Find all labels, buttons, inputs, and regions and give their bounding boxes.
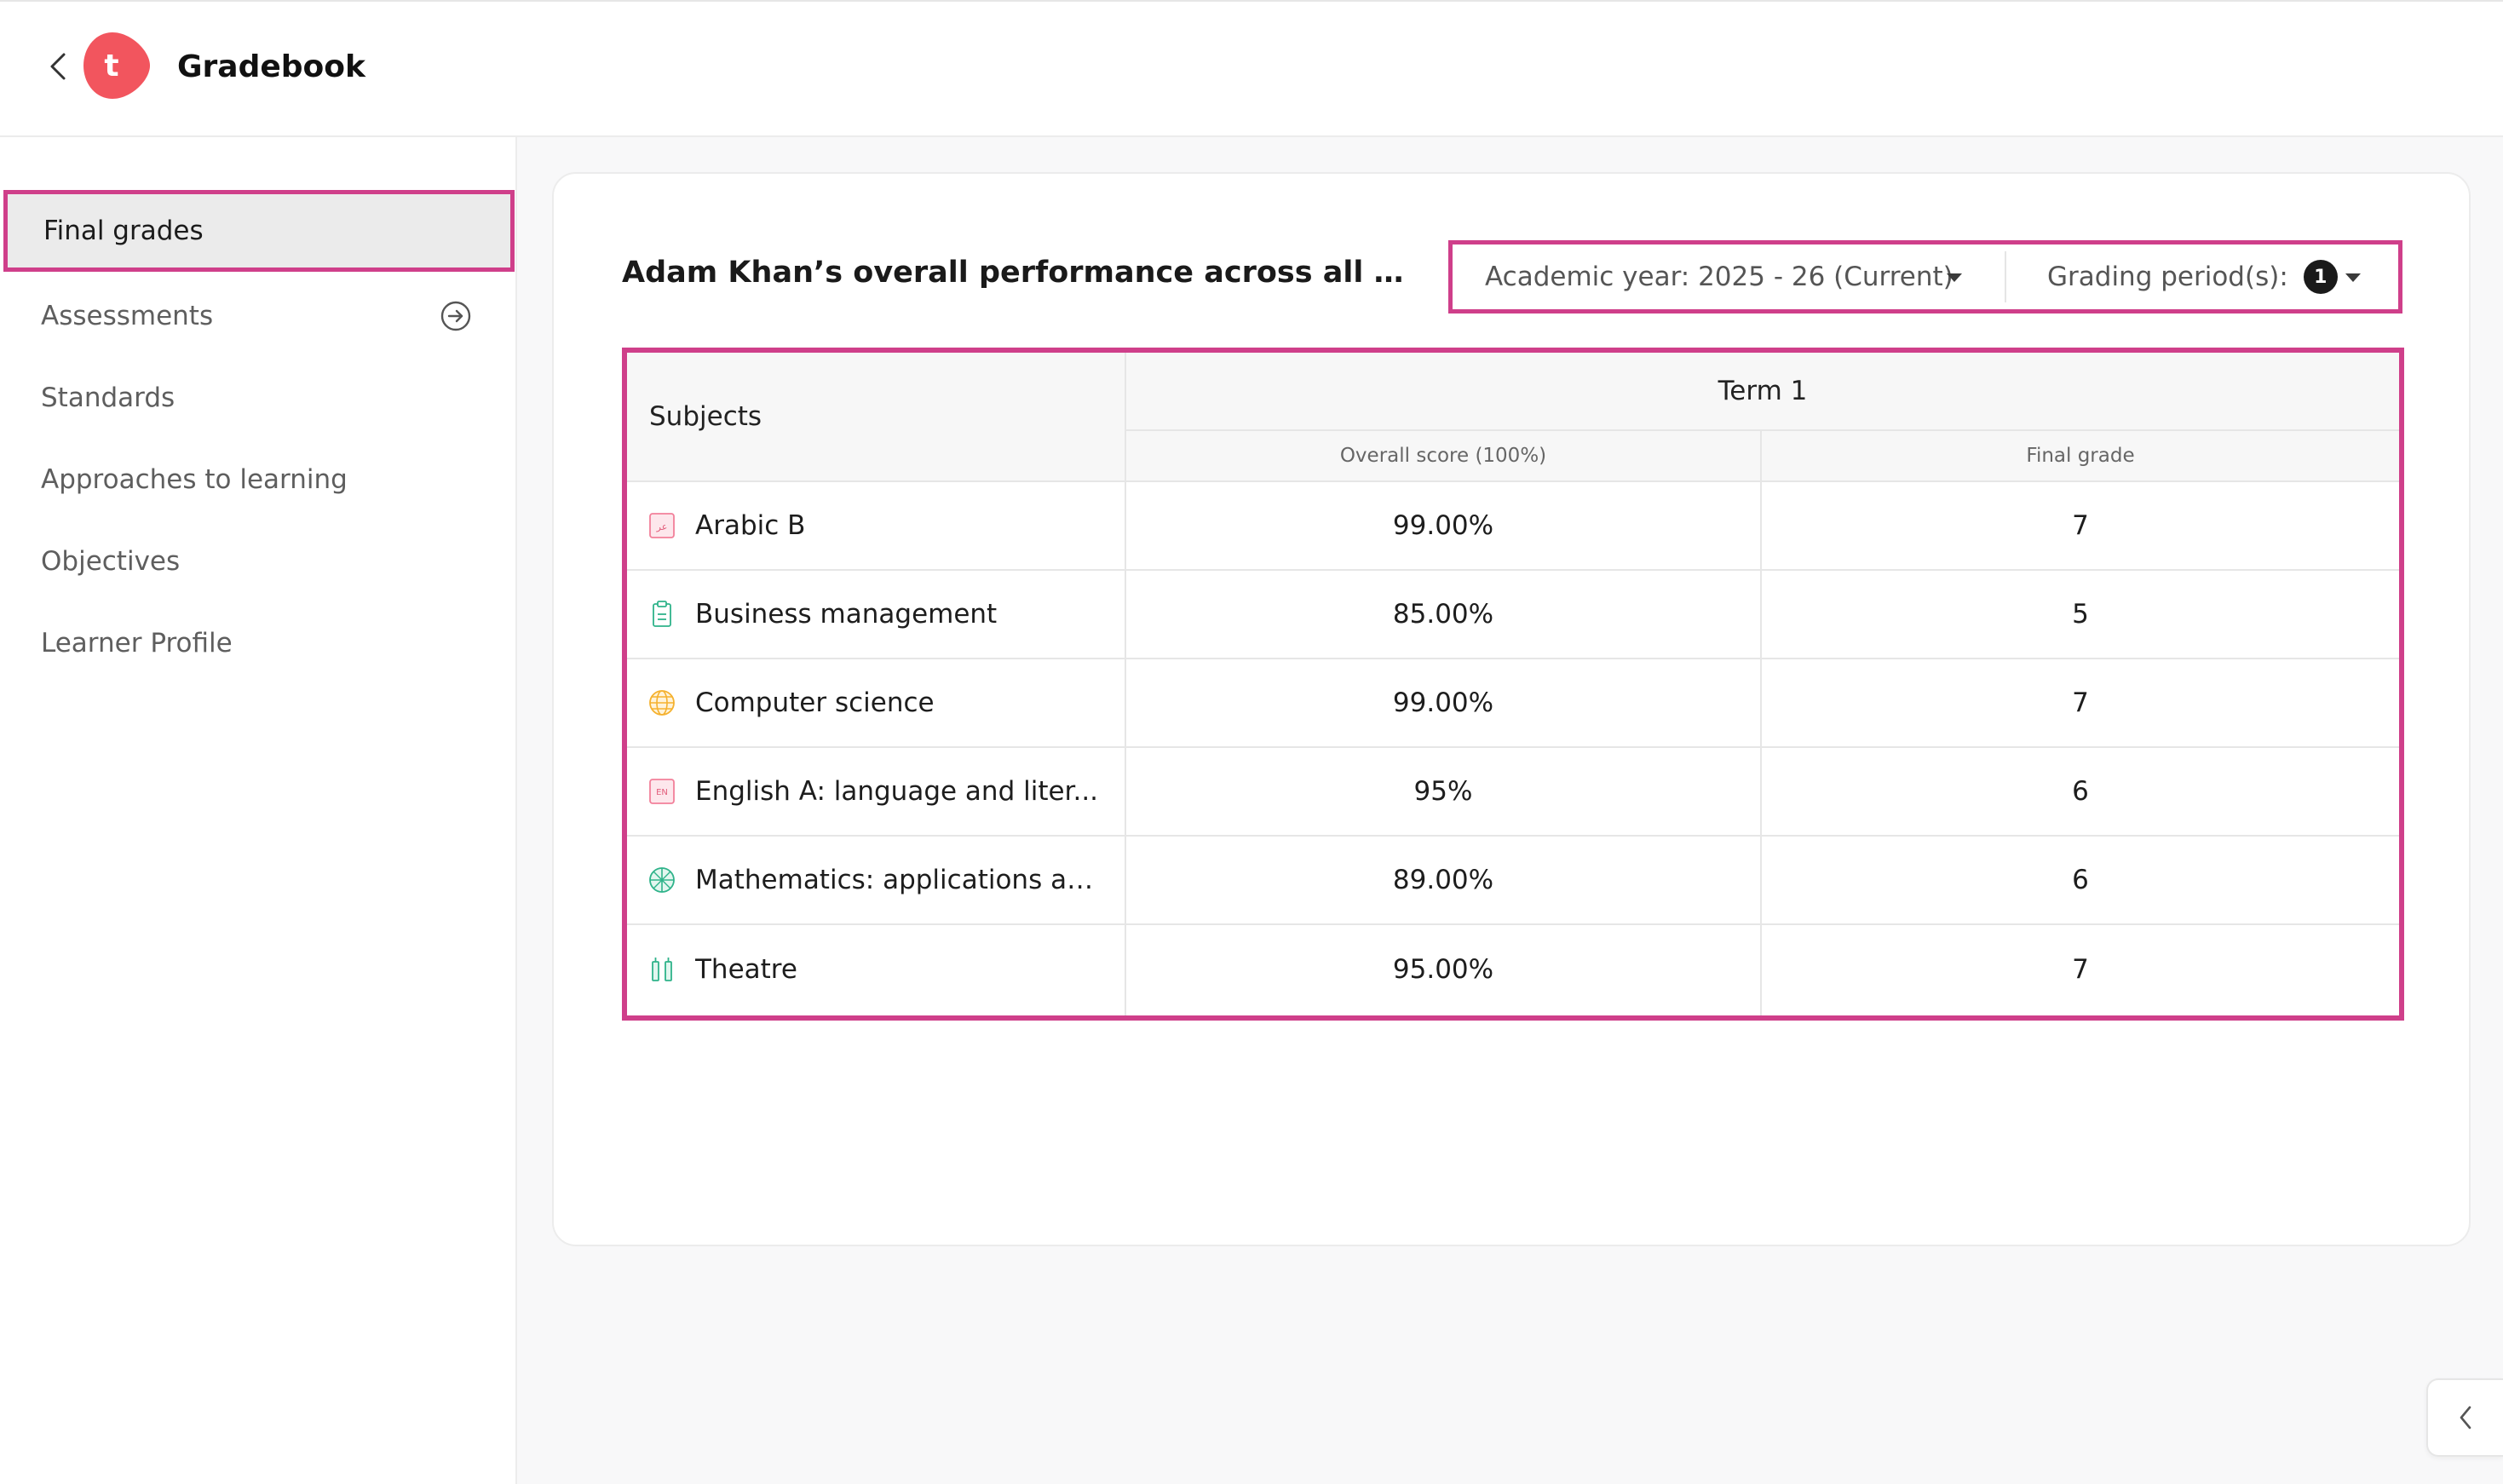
overall-score-value: 95% bbox=[1413, 776, 1473, 807]
subject-name: Theatre bbox=[695, 954, 797, 985]
subjects-column-header: Subjects bbox=[627, 353, 1125, 480]
globe-icon bbox=[649, 690, 675, 716]
sidebar: Final grades Assessments Standards Appro… bbox=[0, 137, 517, 1484]
final-grade-column-header: Final grade bbox=[1762, 431, 2399, 480]
final-grade-value: 6 bbox=[2072, 865, 2089, 895]
sidebar-item-label: Final grades bbox=[43, 216, 204, 246]
arrow-circle-right-icon bbox=[440, 301, 471, 331]
sidebar-item-approaches-to-learning[interactable]: Approaches to learning bbox=[0, 439, 516, 521]
term-column-header: Term 1 bbox=[1126, 353, 2399, 429]
table-row-subject[interactable]: Mathematics: applications an... bbox=[627, 837, 1125, 923]
app-title: Gradebook bbox=[177, 49, 365, 84]
final-grade-value: 7 bbox=[2072, 510, 2089, 541]
academic-year-caret-icon bbox=[1947, 273, 1962, 282]
table-row-subject[interactable]: Theatre bbox=[627, 925, 1125, 1014]
back-button[interactable] bbox=[41, 49, 75, 83]
final-grade-value: 7 bbox=[2072, 687, 2089, 718]
overall-score-value: 89.00% bbox=[1392, 865, 1494, 895]
clipboard-icon bbox=[653, 601, 671, 627]
language-english-icon: EN bbox=[649, 779, 675, 804]
overall-score-cell: 99.00% bbox=[1126, 482, 1760, 569]
sidebar-item-label: Assessments bbox=[41, 301, 214, 331]
app-logo-letter: t bbox=[104, 48, 119, 83]
sidebar-item-label: Approaches to learning bbox=[41, 464, 348, 495]
final-grade-header-label: Final grade bbox=[2026, 445, 2135, 467]
chevron-left-icon bbox=[2460, 1406, 2471, 1429]
collapse-panel-button[interactable] bbox=[2426, 1378, 2503, 1457]
overall-score-cell: 95.00% bbox=[1126, 925, 1760, 1014]
final-grade-value: 5 bbox=[2072, 599, 2089, 630]
subject-name: Business management bbox=[695, 599, 998, 630]
overall-score-value: 95.00% bbox=[1392, 954, 1494, 985]
final-grade-cell: 7 bbox=[1762, 925, 2399, 1014]
subject-name: Computer science bbox=[695, 687, 935, 718]
overall-score-cell: 89.00% bbox=[1126, 837, 1760, 923]
sidebar-item-label: Standards bbox=[41, 383, 175, 413]
overall-score-cell: 95% bbox=[1126, 748, 1760, 835]
page-title: Adam Khan’s overall performance across a… bbox=[622, 256, 1423, 290]
table-row-subject[interactable]: Business management bbox=[627, 571, 1125, 658]
sidebar-item-learner-profile[interactable]: Learner Profile bbox=[0, 602, 516, 684]
grades-table: Subjects Term 1 Overall score (100%) Fin… bbox=[622, 348, 2404, 1021]
theatre-icon bbox=[652, 958, 672, 981]
app-header: t Gradebook bbox=[0, 0, 2503, 137]
grading-period-count-badge: 1 bbox=[2303, 260, 2338, 294]
final-grade-cell: 6 bbox=[1762, 837, 2399, 923]
row-divider bbox=[1126, 429, 2399, 431]
academic-year-dropdown[interactable]: Academic year: 2025 - 26 (Current) bbox=[1485, 244, 1962, 309]
overall-score-cell: 99.00% bbox=[1126, 659, 1760, 746]
grading-period-label: Grading period(s): bbox=[2047, 262, 2288, 292]
sidebar-item-standards[interactable]: Standards bbox=[0, 357, 516, 439]
grading-period-caret-icon bbox=[2345, 273, 2361, 282]
sidebar-item-assessments[interactable]: Assessments bbox=[0, 275, 516, 357]
filter-divider bbox=[2005, 251, 2006, 302]
subject-name: Arabic B bbox=[695, 510, 806, 541]
overall-score-value: 99.00% bbox=[1392, 510, 1494, 541]
overall-score-value: 85.00% bbox=[1392, 599, 1494, 630]
table-row-subject[interactable]: عر Arabic B bbox=[627, 482, 1125, 569]
filter-bar: Academic year: 2025 - 26 (Current) Gradi… bbox=[1448, 240, 2402, 313]
academic-year-label: Academic year: 2025 - 26 (Current) bbox=[1485, 262, 1953, 292]
sidebar-item-label: Objectives bbox=[41, 546, 181, 577]
table-row-subject[interactable]: Computer science bbox=[627, 659, 1125, 746]
subject-name: Mathematics: applications an... bbox=[695, 865, 1104, 895]
svg-text:EN: EN bbox=[656, 788, 668, 797]
overall-score-cell: 85.00% bbox=[1126, 571, 1760, 658]
final-grade-cell: 6 bbox=[1762, 748, 2399, 835]
final-grade-cell: 5 bbox=[1762, 571, 2399, 658]
chevron-left-icon bbox=[50, 53, 66, 80]
compass-grid-icon bbox=[649, 867, 675, 893]
sidebar-item-final-grades[interactable]: Final grades bbox=[3, 190, 515, 272]
sidebar-item-objectives[interactable]: Objectives bbox=[0, 521, 516, 602]
final-grade-cell: 7 bbox=[1762, 482, 2399, 569]
term-header-label: Term 1 bbox=[1718, 376, 1808, 406]
table-row-subject[interactable]: EN English A: language and liter... bbox=[627, 748, 1125, 835]
final-grade-value: 7 bbox=[2072, 954, 2089, 985]
overall-score-value: 99.00% bbox=[1392, 687, 1494, 718]
grading-period-dropdown[interactable]: Grading period(s): 1 bbox=[2047, 244, 2388, 309]
final-grade-value: 6 bbox=[2072, 776, 2089, 807]
overall-score-header-label: Overall score (100%) bbox=[1339, 445, 1547, 467]
subject-name: English A: language and liter... bbox=[695, 776, 1099, 807]
language-arabic-icon: عر bbox=[649, 513, 675, 538]
subjects-header-label: Subjects bbox=[649, 401, 762, 432]
sidebar-item-label: Learner Profile bbox=[41, 628, 233, 659]
svg-text:عر: عر bbox=[656, 521, 668, 532]
overall-score-column-header: Overall score (100%) bbox=[1126, 431, 1760, 480]
final-grade-cell: 7 bbox=[1762, 659, 2399, 746]
